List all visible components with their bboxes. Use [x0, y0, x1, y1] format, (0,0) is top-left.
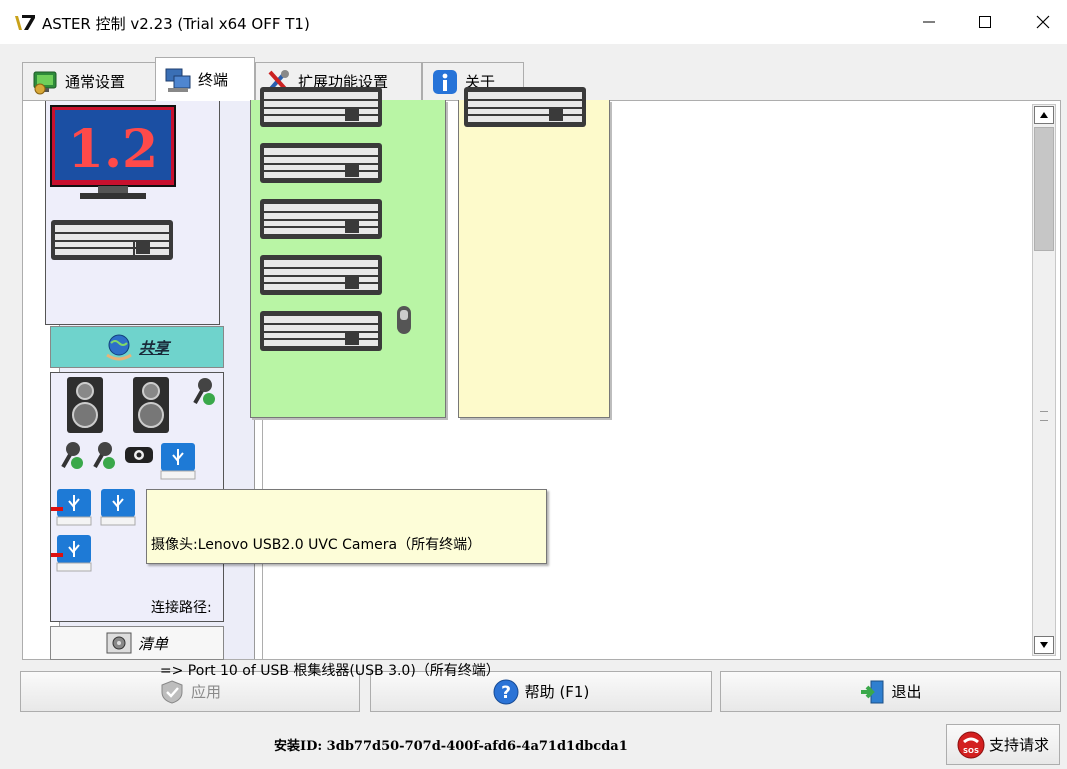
speaker-icon[interactable] [63, 375, 107, 435]
share-label: 共享 [138, 338, 169, 357]
install-id: 安装ID: 3db77d50-707d-400f-afd6-4a71d1dbcd… [274, 739, 628, 754]
scroll-down-button[interactable] [1034, 636, 1054, 654]
usb-device-icon[interactable] [99, 487, 139, 527]
usb-device-icon[interactable] [159, 441, 197, 481]
maximize-button[interactable] [962, 6, 1008, 38]
minimize-button[interactable] [906, 6, 952, 38]
tab-general-settings[interactable]: 通常设置 [22, 62, 156, 100]
close-button[interactable] [1020, 6, 1066, 38]
info-icon [433, 69, 457, 94]
terminal-number-label: 1.2 [68, 119, 158, 180]
microphone-icon[interactable] [191, 375, 217, 407]
microphone-icon[interactable] [59, 439, 85, 471]
scrollbar-grip [1040, 411, 1048, 421]
tooltip-line: 连接路径: [151, 600, 212, 616]
title-bar: ASTER 控制 v2.23 (Trial x64 OFF T1) [0, 0, 1067, 44]
share-button[interactable]: 共享 [50, 326, 224, 368]
tooltip-line: => Port 10 of USB 根集线器(USB 3.0)（所有终端） [151, 663, 500, 679]
mouse-icon [397, 306, 411, 334]
svg-text:SOS: SOS [963, 747, 979, 755]
keyboard-icon [51, 220, 173, 260]
terminal-column-green[interactable] [250, 87, 446, 418]
microphone-icon[interactable] [91, 439, 117, 471]
terminals-icon [165, 68, 191, 92]
speaker-icon[interactable] [129, 375, 173, 435]
exit-door-icon [861, 680, 884, 703]
terminal-screen-box[interactable]: 1.2 [45, 101, 220, 325]
device-tooltip: 摄像头:Lenovo USB2.0 UVC Camera（所有终端） 连接路径:… [146, 489, 547, 679]
arrow-up-icon [1040, 112, 1048, 118]
window-title: ASTER 控制 v2.23 (Trial x64 OFF T1) [42, 15, 310, 33]
scroll-up-button[interactable] [1034, 106, 1054, 124]
settings-screen-icon [33, 71, 57, 94]
keyboard-icon [260, 311, 382, 351]
keyboard-icon [260, 255, 382, 295]
tooltip-line: 摄像头:Lenovo USB2.0 UVC Camera（所有终端） [151, 537, 482, 553]
exit-label: 退出 [891, 683, 922, 701]
monitor-icon: 1.2 [50, 105, 176, 199]
tab-label: 终端 [198, 71, 229, 89]
keyboard-icon [260, 87, 382, 127]
support-request-button[interactable]: SOS 支持请求 [946, 724, 1060, 765]
vertical-scrollbar[interactable] [1032, 104, 1056, 656]
share-globe-icon [106, 334, 132, 361]
maximize-icon [979, 16, 991, 28]
keyboard-icon [260, 143, 382, 183]
minimize-icon [923, 21, 935, 23]
close-icon [1036, 15, 1050, 29]
aster-logo-icon [15, 15, 35, 30]
scrollbar-thumb[interactable] [1034, 127, 1054, 251]
keyboard-icon [464, 87, 586, 127]
usb-device-icon[interactable] [51, 533, 95, 573]
usb-device-icon[interactable] [51, 487, 95, 527]
list-gear-icon [106, 632, 132, 654]
keyboard-icon [260, 199, 382, 239]
terminal-column-yellow[interactable] [458, 87, 610, 418]
sos-icon: SOS [957, 731, 985, 758]
exit-button[interactable]: 退出 [720, 671, 1061, 712]
camera-icon[interactable] [123, 443, 155, 467]
tab-label: 通常设置 [65, 73, 126, 91]
arrow-down-icon [1040, 642, 1048, 648]
support-label: 支持请求 [988, 736, 1049, 754]
tab-terminals[interactable]: 终端 [155, 57, 255, 101]
